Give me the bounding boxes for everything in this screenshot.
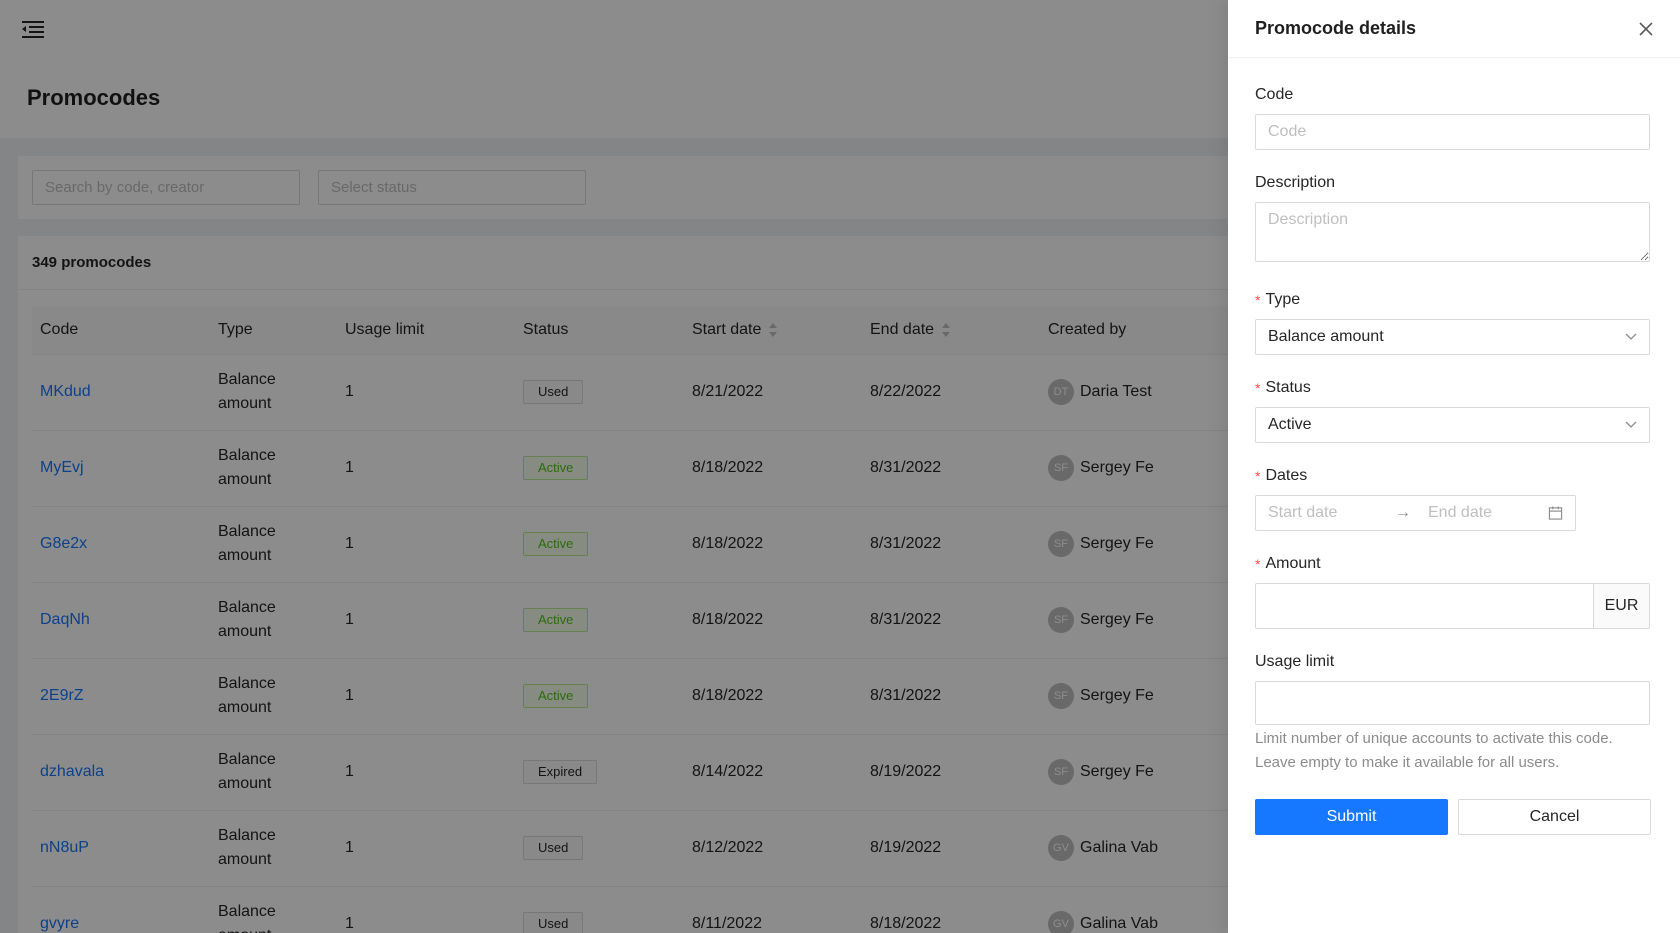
amount-form-item: * Amount EUR (1255, 555, 1654, 629)
description-label: Description (1255, 174, 1336, 191)
required-marker: * (1255, 556, 1261, 572)
arrow-right-icon: → (1395, 504, 1411, 521)
submit-button[interactable]: Submit (1255, 799, 1448, 835)
type-select-value: Balance amount (1268, 328, 1384, 345)
drawer-title: Promocode details (1255, 18, 1417, 38)
cancel-button[interactable]: Cancel (1458, 799, 1651, 835)
type-form-item: * Type Balance amount (1255, 291, 1654, 355)
usage-limit-label: Usage limit (1255, 653, 1335, 670)
status-select-value: Active (1268, 416, 1312, 433)
usage-limit-help: Limit number of unique accounts to activ… (1255, 730, 1613, 771)
amount-label: * Amount (1255, 555, 1654, 573)
required-marker: * (1255, 292, 1261, 308)
code-label: Code (1255, 86, 1294, 103)
form-actions: Submit Cancel (1255, 799, 1654, 835)
amount-input-group: EUR (1255, 583, 1650, 629)
type-label: * Type (1255, 291, 1654, 309)
status-label-text: Status (1265, 379, 1311, 396)
code-form-item: Code (1255, 86, 1654, 150)
status-label: * Status (1255, 379, 1654, 397)
usage-limit-input[interactable] (1255, 681, 1650, 725)
chevron-down-icon (1625, 333, 1637, 340)
code-input[interactable] (1255, 114, 1650, 150)
type-label-text: Type (1265, 291, 1301, 308)
status-form-item: * Status Active (1255, 379, 1654, 443)
promocode-details-drawer: Promocode details Code Description *Type… (1228, 0, 1680, 933)
description-textarea[interactable] (1255, 202, 1650, 262)
calendar-icon[interactable] (1548, 505, 1563, 521)
close-icon[interactable] (1638, 21, 1654, 37)
chevron-down-icon (1625, 421, 1637, 428)
required-marker: * (1255, 468, 1261, 484)
description-form-item: Description (1255, 174, 1654, 267)
amount-input[interactable] (1255, 583, 1593, 629)
drawer-form: Code Description *Type Balance amount *S… (1228, 58, 1680, 835)
dates-label-text: Dates (1265, 467, 1308, 484)
currency-addon: EUR (1593, 583, 1650, 629)
dates-label: * Dates (1255, 467, 1654, 485)
status-select-drawer[interactable]: Active (1255, 407, 1650, 443)
date-range-picker[interactable]: → (1255, 495, 1576, 531)
drawer-header: Promocode details (1228, 0, 1680, 58)
start-date-input[interactable] (1268, 504, 1388, 522)
end-date-input[interactable] (1428, 504, 1548, 522)
amount-label-text: Amount (1265, 555, 1321, 572)
dates-form-item: *Dates → (1255, 467, 1654, 531)
required-marker: * (1255, 380, 1261, 396)
type-select[interactable]: Balance amount (1255, 319, 1650, 355)
usage-limit-form-item: Usage limit Limit number of unique accou… (1255, 653, 1654, 775)
